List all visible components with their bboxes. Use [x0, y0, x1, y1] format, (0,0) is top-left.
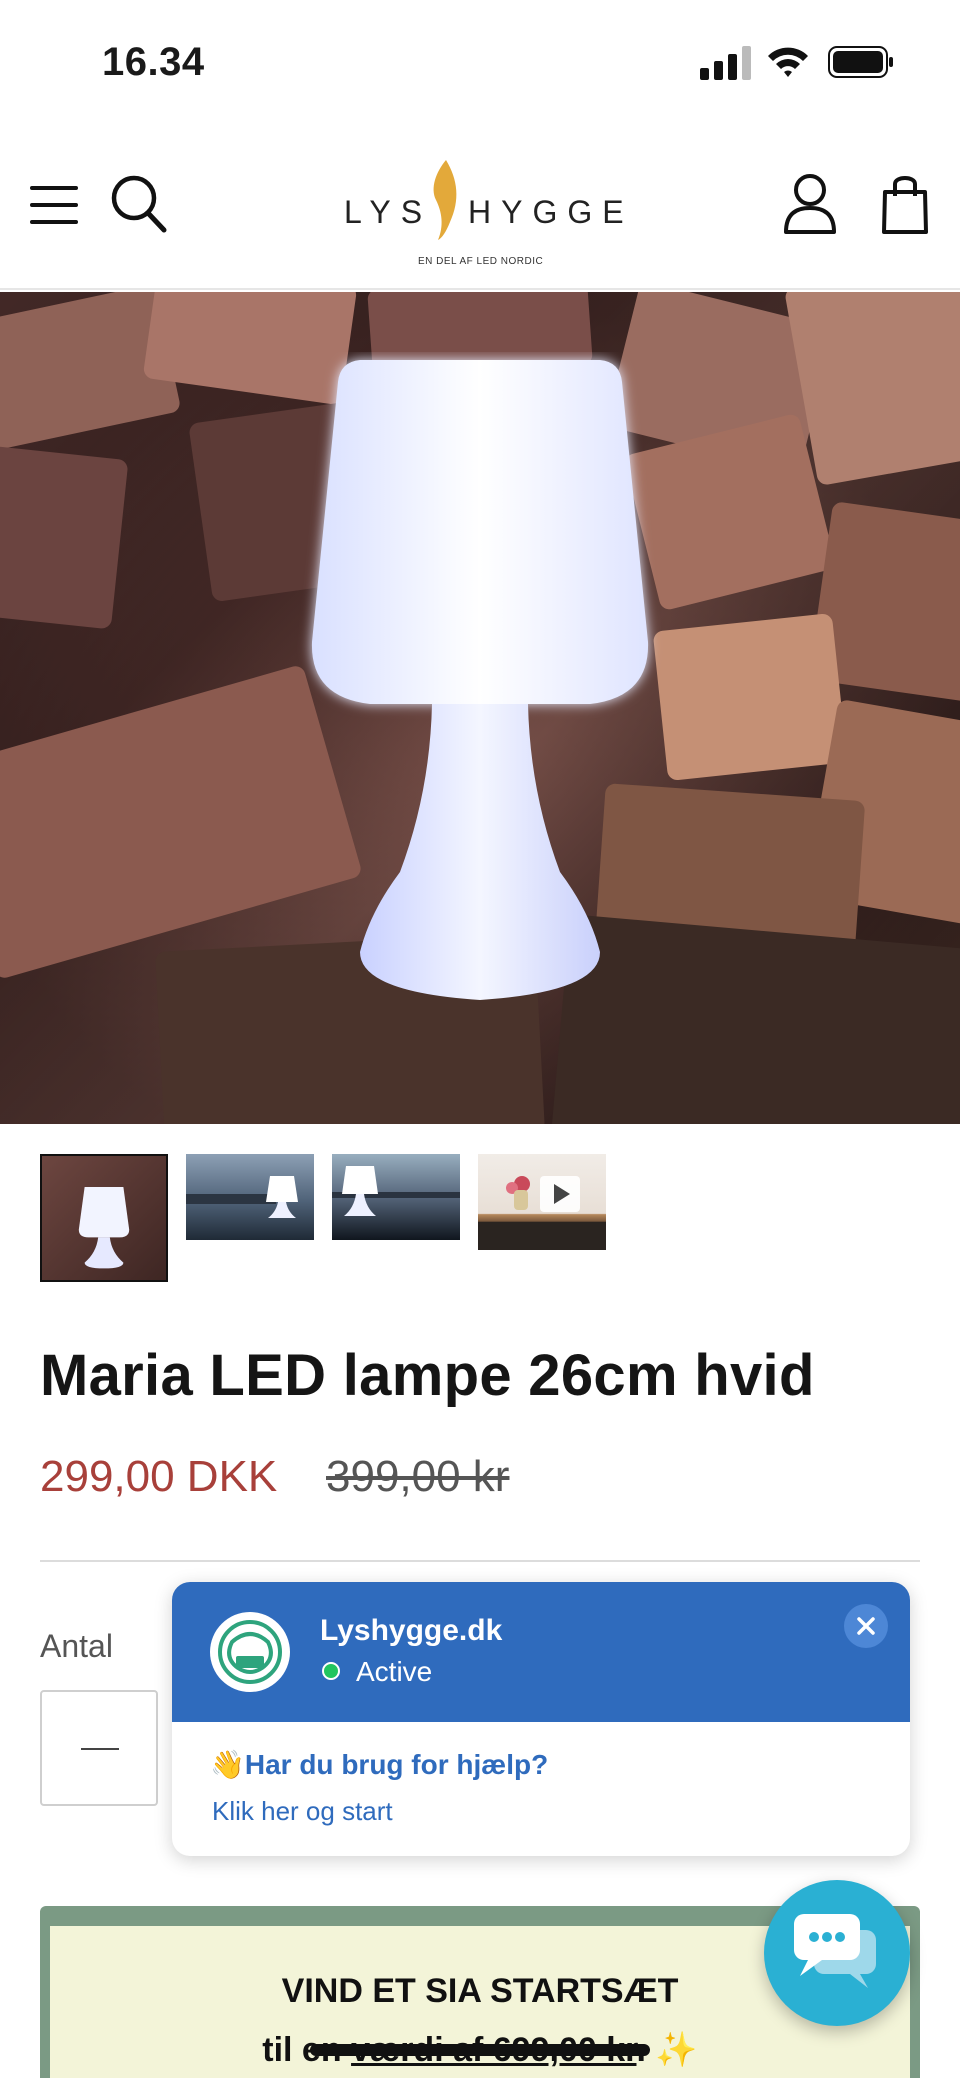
- site-header: LYS HYGGE EN DEL AF LED NORDIC: [0, 130, 960, 290]
- chat-header: Lyshygge.dk Active: [172, 1582, 910, 1722]
- firewood-log: [784, 292, 960, 487]
- chat-question: 👋Har du brug for hjælp?: [210, 1749, 549, 1780]
- thumbnail-strip: [40, 1154, 640, 1284]
- chat-name: Lyshygge.dk: [320, 1614, 503, 1647]
- thumbnail-video[interactable]: [478, 1154, 606, 1250]
- thumb-video-table: [506, 1176, 580, 1212]
- thumb-lamp-firewood: [78, 1187, 130, 1269]
- flame-icon: [433, 160, 457, 240]
- chat-avatar: [210, 1612, 290, 1692]
- hamburger-menu-icon[interactable]: [28, 180, 80, 230]
- product-title: Maria LED lampe 26cm hvid: [40, 1343, 815, 1408]
- divider: [40, 1560, 920, 1562]
- search-icon[interactable]: [110, 174, 168, 234]
- thumb-lamp-harbor: [186, 1176, 298, 1218]
- logo-tagline: EN DEL AF LED NORDIC: [418, 256, 544, 267]
- quantity-decrease-button[interactable]: [40, 1690, 158, 1806]
- online-status-dot: [322, 1662, 340, 1680]
- logo-text-lys: LYS: [344, 194, 433, 230]
- home-indicator: [310, 2044, 650, 2056]
- wifi-icon: [768, 47, 808, 77]
- sale-price: 299,00 DKK: [40, 1452, 278, 1501]
- original-price: 399,00 kr: [326, 1452, 510, 1501]
- status-time: 16.34: [102, 40, 205, 84]
- product-main-image[interactable]: [0, 292, 960, 1124]
- logo-text-hygge: HYGGE: [468, 194, 634, 230]
- firewood-log: [0, 444, 129, 630]
- firewood-log: [652, 613, 848, 781]
- thumbnail-2[interactable]: [186, 1154, 314, 1240]
- quantity-label: Antal: [40, 1628, 113, 1664]
- signal-icon: [700, 46, 751, 80]
- chat-logo-icon: [218, 1620, 282, 1684]
- chat-status: Active: [356, 1656, 433, 1687]
- battery-icon: [828, 46, 893, 78]
- thumbnail-3[interactable]: [332, 1154, 460, 1240]
- status-bar: 16.34: [0, 0, 960, 130]
- close-icon: [857, 1617, 875, 1635]
- thumb-lamp-lake: [332, 1166, 460, 1216]
- user-icon[interactable]: [782, 172, 838, 236]
- chat-bubbles-icon: [794, 1914, 876, 1988]
- site-logo[interactable]: LYS HYGGE EN DEL AF LED NORDIC: [340, 160, 630, 267]
- minus-icon: [81, 1748, 119, 1750]
- chat-launcher-button[interactable]: [764, 1880, 910, 2026]
- thumbnail-1[interactable]: [40, 1154, 168, 1282]
- shopping-bag-icon[interactable]: [880, 170, 930, 236]
- chat-popup[interactable]: Lyshygge.dk Active 👋Har du brug for hjæl…: [172, 1582, 910, 1856]
- chat-start-link[interactable]: Klik her og start: [212, 1796, 393, 1827]
- lamp-illustration: [311, 360, 649, 1000]
- chat-close-button[interactable]: [844, 1604, 888, 1648]
